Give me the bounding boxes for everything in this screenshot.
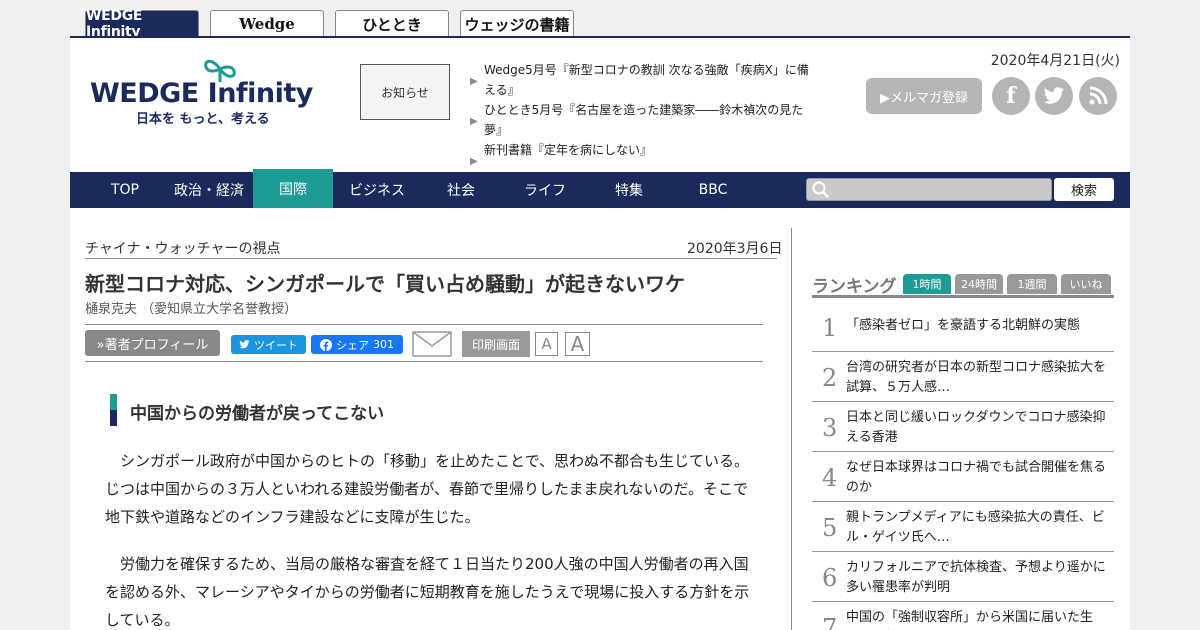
divider (85, 258, 777, 259)
triangle-right-icon: ▶ (470, 76, 478, 87)
nav-item-politics[interactable]: 政治・経済 (169, 172, 249, 208)
divider (85, 324, 763, 325)
site-tabs: WEDGE Infinity Wedge ひととき ウェッジの書籍 (85, 8, 574, 40)
news-item[interactable]: ▶ 新刊書籍『定年を病にしない』 (468, 140, 813, 167)
nav-item-society[interactable]: 社会 (421, 172, 501, 208)
heading-marker (110, 410, 117, 426)
article-title: 新型コロナ対応、シンガポールで「買い占め騒動」が起きないワケ (85, 272, 685, 296)
nav-item-feature[interactable]: 特集 (589, 172, 669, 208)
news-item[interactable]: ▶ Wedge5月号『新型コロナの教訓 次なる強敵「疾病X」に備える』 (468, 60, 813, 100)
article-paragraph: 労働力を確保するため、当局の厳格な審査を経て１日当たり200人強の中国人労働者の… (105, 555, 750, 629)
site-tab-wedge[interactable]: Wedge (210, 10, 324, 37)
author-name: 樋泉克夫 （愛知県立大学名誉教授） (85, 302, 298, 317)
mail-icon[interactable] (412, 331, 452, 357)
ranking-tab-likes[interactable]: いいね (1061, 274, 1111, 294)
mailmag-button[interactable]: ▶メルマガ登録 (866, 78, 982, 114)
ranking-header: ランキング 1時間 24時間 1週間 いいね (812, 270, 1114, 298)
site-tab-books[interactable]: ウェッジの書籍 (460, 10, 574, 37)
ranking-text: 「感染者ゼロ」を豪語する北朝鮮の実態 (846, 318, 1081, 333)
twitter-icon (239, 340, 250, 349)
facebook-share-button[interactable]: シェア 301 (311, 335, 403, 354)
logo-text: WEDGE Infinity (90, 78, 313, 109)
page: WEDGE Infinity 日本を もっと、考える お知らせ ▶ Wedge5月… (70, 36, 1130, 630)
ranking-item[interactable]: 7 中国の「強制収容所」から米国に届いた生還…手紙 (812, 602, 1114, 630)
nav-item-international[interactable]: 国際 (253, 169, 333, 208)
facebook-icon (320, 338, 332, 351)
nav-item-business[interactable]: ビジネス (337, 172, 417, 208)
notice-box[interactable]: お知らせ (360, 64, 450, 120)
ranking-item[interactable]: 5 親トランプメディアにも感染拡大の責任、ビル・ゲイツ氏へ… (812, 502, 1114, 552)
column-divider (791, 228, 792, 630)
tweet-label: ツイート (254, 338, 298, 352)
ranking-text: 日本と同じ緩いロックダウンでコロナ感染抑える香港 (846, 410, 1106, 445)
ranking-item[interactable]: 1 「感染者ゼロ」を豪語する北朝鮮の実態 (812, 302, 1114, 352)
article-date: 2020年3月6日 (687, 241, 783, 257)
tweet-button[interactable]: ツイート (231, 335, 306, 354)
triangle-right-icon: ▶ (470, 116, 478, 127)
logo-tagline: 日本を もっと、考える (136, 112, 270, 127)
font-size-large-button[interactable]: A (565, 332, 590, 356)
ranking-text: 中国の「強制収容所」から米国に届いた生還…手紙 (846, 610, 1094, 625)
news-list: ▶ Wedge5月号『新型コロナの教訓 次なる強敵「疾病X」に備える』 ▶ ひととき… (468, 60, 813, 167)
font-size-small-button[interactable]: A (535, 332, 558, 356)
ranking-item[interactable]: 2 台湾の研究者が日本の新型コロナ感染拡大を試算、５万人感… (812, 352, 1114, 402)
search-button[interactable]: 検索 (1054, 178, 1114, 201)
print-button[interactable]: 印刷画面 (462, 331, 530, 357)
ranking-text: 親トランプメディアにも感染拡大の責任、ビル・ゲイツ氏へ… (846, 510, 1105, 545)
twitter-icon[interactable] (1035, 77, 1073, 115)
site-tab-wedge-infinity[interactable]: WEDGE Infinity (85, 8, 199, 40)
rss-icon[interactable] (1079, 77, 1117, 115)
article-subheading: 中国からの労働者が戻ってこない (130, 404, 385, 424)
nav-item-life[interactable]: ライフ (505, 172, 585, 208)
search-icon (812, 181, 829, 198)
ranking-tab-24h[interactable]: 24時間 (955, 274, 1003, 294)
nav-item-top[interactable]: TOP (85, 172, 165, 208)
main-nav: TOP 政治・経済 国際 ビジネス 社会 ライフ 特集 BBC 検索 (70, 169, 1130, 208)
ranking-item[interactable]: 3 日本と同じ緩いロックダウンでコロナ感染抑える香港 (812, 402, 1114, 452)
site-tab-hitotoki[interactable]: ひととき (335, 10, 449, 37)
heading-marker (110, 394, 117, 410)
ranking-item[interactable]: 4 なぜ日本球界はコロナ禍でも試合開催を焦るのか (812, 452, 1114, 502)
share-label: シェア (336, 338, 369, 352)
ranking-number: 7 (822, 614, 838, 630)
ranking-text: 台湾の研究者が日本の新型コロナ感染拡大を試算、５万人感… (846, 360, 1107, 395)
ranking-number: 6 (822, 564, 838, 592)
ranking-text: なぜ日本球界はコロナ禍でも試合開催を焦るのか (846, 460, 1107, 495)
ranking-tab-1h[interactable]: 1時間 (903, 274, 951, 294)
divider (85, 361, 763, 362)
author-profile-button[interactable]: »著者プロフィール (85, 330, 220, 356)
ranking-item[interactable]: 6 カリフォルニアで抗体検査、予想より遥かに多い罹患率が判明 (812, 552, 1114, 602)
ranking-list: 1 「感染者ゼロ」を豪語する北朝鮮の実態 2 台湾の研究者が日本の新型コロナ感染… (812, 302, 1114, 630)
site-logo[interactable]: WEDGE Infinity 日本を もっと、考える (90, 56, 320, 128)
ranking-text: カリフォルニアで抗体検査、予想より遥かに多い罹患率が判明 (846, 560, 1106, 595)
news-item[interactable]: ▶ ひととき5月号『名古屋を造った建築家――鈴木禎次の見た夢』 (468, 100, 813, 140)
search-input[interactable] (806, 178, 1052, 201)
ranking-number: 2 (822, 364, 838, 392)
ranking-title: ランキング (812, 277, 897, 297)
share-count: 301 (373, 338, 394, 351)
ranking-number: 4 (822, 464, 838, 492)
current-date: 2020年4月21日(火) (990, 53, 1120, 69)
ranking-tab-1w[interactable]: 1週間 (1007, 274, 1057, 294)
ranking-number: 3 (822, 414, 838, 442)
article-paragraph: シンガポール政府が中国からのヒトの「移動」を止めたことで、思わぬ不都合も生じてい… (105, 452, 749, 526)
triangle-right-icon: ▶ (470, 156, 478, 167)
facebook-icon[interactable]: f (992, 77, 1030, 115)
series-name[interactable]: チャイナ・ウォッチャーの視点 (85, 238, 280, 258)
ranking-number: 5 (822, 514, 838, 542)
ranking-number: 1 (822, 314, 838, 342)
nav-item-bbc[interactable]: BBC (673, 172, 753, 208)
